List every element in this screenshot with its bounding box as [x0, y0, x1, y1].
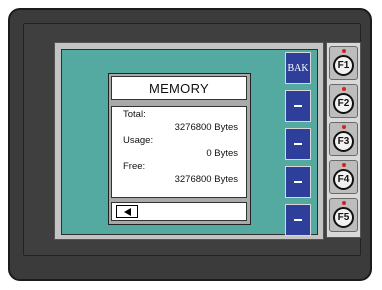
softkey-column: BAK — [285, 52, 312, 238]
softkey-4-button[interactable] — [285, 166, 311, 198]
function-key-f3[interactable]: F3 — [329, 122, 358, 156]
softkey-3-button[interactable] — [285, 128, 311, 160]
softkey-bak-label: BAK — [287, 62, 309, 74]
memory-info-panel: Total: 3276800 Bytes Usage: 0 Bytes Free… — [111, 106, 247, 198]
dialog-footer — [111, 202, 247, 221]
total-label: Total: — [123, 109, 146, 120]
free-label: Free: — [123, 161, 146, 172]
total-value: 3276800 Bytes — [174, 122, 238, 133]
f1-key-label: F1 — [333, 55, 354, 76]
back-button[interactable] — [116, 205, 138, 218]
function-key-f2[interactable]: F2 — [329, 84, 358, 118]
red-led-indicator — [342, 49, 346, 53]
red-led-indicator — [342, 163, 346, 167]
dash-icon — [294, 105, 302, 107]
softkey-5-button[interactable] — [285, 204, 311, 236]
dash-icon — [294, 181, 302, 183]
usage-value: 0 Bytes — [206, 148, 238, 159]
red-led-indicator — [342, 125, 346, 129]
usage-label: Usage: — [123, 135, 154, 146]
red-led-indicator — [342, 87, 346, 91]
f4-key-label: F4 — [333, 169, 354, 190]
free-value: 3276800 Bytes — [174, 174, 238, 185]
function-key-f5[interactable]: F5 — [329, 198, 358, 232]
function-key-f1[interactable]: F1 — [329, 46, 358, 80]
dash-icon — [294, 219, 302, 221]
f3-key-label: F3 — [333, 131, 354, 152]
dash-icon — [294, 143, 302, 145]
softkey-2-button[interactable] — [285, 90, 311, 122]
left-triangle-icon — [123, 207, 131, 216]
function-key-f4[interactable]: F4 — [329, 160, 358, 194]
softkey-bak-button[interactable]: BAK — [285, 52, 311, 84]
dialog-title: MEMORY — [111, 76, 247, 100]
f5-key-label: F5 — [333, 207, 354, 228]
red-led-indicator — [342, 201, 346, 205]
f2-key-label: F2 — [333, 93, 354, 114]
